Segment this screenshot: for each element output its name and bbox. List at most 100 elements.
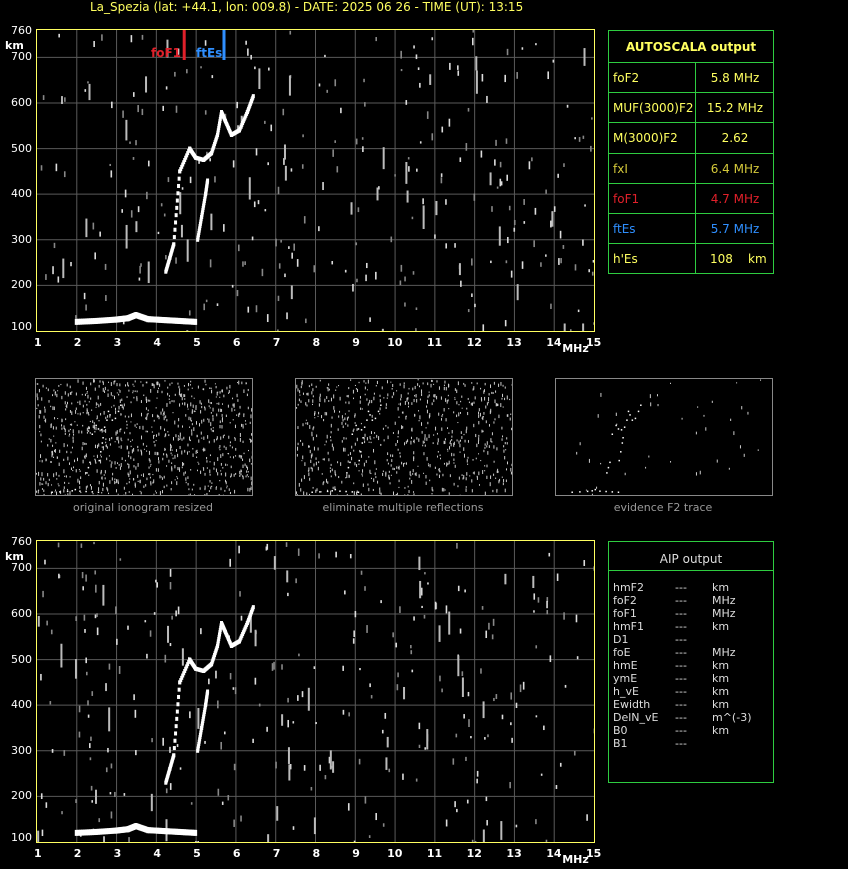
noise-speck [452, 758, 455, 765]
thumb-speck [140, 381, 142, 383]
noise-speck [221, 801, 224, 805]
trace-point [174, 731, 178, 736]
thumb-speck [504, 386, 506, 389]
thumb-speck [449, 446, 451, 450]
thumb-speck [369, 469, 371, 474]
thumb-speck [417, 465, 419, 467]
thumb-speck [117, 436, 119, 441]
thumbnail-original [35, 378, 253, 499]
thumb-speck [94, 430, 96, 433]
thumb-speck [297, 446, 299, 451]
thumb-speck [443, 384, 445, 387]
thumb-speck [385, 424, 387, 427]
noise-speck [96, 627, 99, 636]
thumb-speck [314, 412, 316, 416]
autoscala-row: foF2 5.8 MHz [609, 62, 773, 93]
thumb-speck [327, 387, 329, 392]
thumb-speck [61, 427, 63, 430]
thumb-speck [484, 446, 486, 449]
thumb-speck [106, 446, 108, 449]
thumb-speck [170, 446, 172, 451]
x-tick-label: 8 [312, 336, 321, 349]
thumb-speck [117, 462, 119, 465]
y-tick-label: 400 [11, 187, 32, 201]
thumb-speck [38, 489, 40, 492]
thumb-speck [127, 384, 129, 387]
aip-val: --- [675, 581, 687, 594]
noise-speck [465, 143, 468, 151]
thumb-speck [227, 404, 229, 408]
thumb-speck [184, 449, 186, 453]
noise-streak [438, 625, 441, 642]
thumb-trace [59, 491, 61, 493]
noise-speck [129, 141, 131, 144]
thumb-speck [367, 379, 369, 384]
thumb-speck [243, 414, 245, 418]
thumb-trace [609, 461, 611, 464]
thumb-speck [225, 463, 227, 466]
thumb-speck [75, 392, 77, 396]
noise-speck [399, 280, 402, 286]
thumb-speck [90, 487, 92, 490]
thumb-speck [505, 479, 507, 483]
thumb-speck [467, 456, 469, 459]
thumb-speck [172, 412, 174, 414]
thumb-speck [79, 470, 81, 472]
noise-speck [563, 163, 565, 167]
thumb-speck [218, 494, 220, 497]
thumb-speck [66, 450, 68, 454]
noise-speck [254, 677, 257, 685]
thumb-trace [627, 410, 630, 413]
noise-speck [593, 566, 594, 571]
thumb-speck [171, 467, 173, 472]
noise-speck [93, 40, 95, 48]
thumb-speck [65, 418, 67, 421]
thumb-speck [171, 400, 173, 403]
thumb-speck [187, 388, 189, 391]
thumb-speck [101, 492, 103, 494]
thumb-speck [414, 385, 416, 390]
thumb-speck [71, 391, 73, 393]
thumb-speck [55, 489, 57, 491]
thumb-speck [119, 466, 121, 470]
thumb-speck [741, 406, 743, 410]
noise-speck [399, 606, 401, 613]
x-tick-label: 2 [73, 847, 82, 860]
thumb-speck [733, 431, 735, 436]
noise-streak [273, 556, 276, 570]
thumb-trace [66, 490, 69, 493]
thumb-speck [492, 392, 494, 394]
thumb-speck [109, 438, 111, 441]
thumb-speck [147, 430, 149, 433]
thumb-speck [242, 425, 244, 429]
x-tick-label: 3 [113, 847, 122, 860]
thumb-speck [181, 393, 183, 398]
noise-speck [491, 206, 493, 212]
thumb-speck [130, 421, 132, 423]
thumb-speck [68, 435, 70, 437]
thumb-speck [229, 422, 231, 424]
thumb-speck [104, 477, 106, 480]
thumb-speck [145, 430, 147, 433]
noise-speck [105, 683, 107, 692]
y-tick-label: 500 [11, 652, 32, 666]
noise-speck [70, 261, 72, 267]
noise-speck [93, 541, 95, 545]
thumb-speck [404, 487, 406, 489]
thumb-trace [117, 410, 120, 413]
x-tick-label: 9 [352, 336, 360, 349]
thumb-speck [128, 389, 130, 392]
thumb-speck [200, 470, 202, 474]
thumb-speck [370, 441, 372, 444]
noise-streak [254, 629, 257, 647]
noise-speck [408, 166, 410, 172]
thumb-speck [245, 475, 247, 478]
thumb-speck [657, 404, 659, 407]
noise-speck [297, 695, 299, 701]
thumb-speck [341, 415, 343, 419]
thumb-speck [134, 390, 136, 393]
thumb-speck [177, 467, 179, 471]
thumb-speck [118, 446, 120, 448]
thumb-speck [439, 457, 441, 460]
thumb-speck [467, 397, 469, 400]
